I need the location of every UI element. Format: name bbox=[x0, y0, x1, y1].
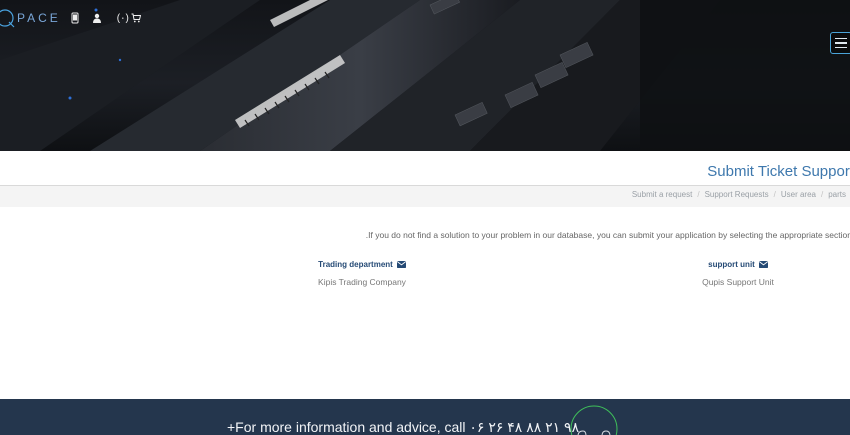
envelope-icon bbox=[758, 261, 768, 268]
user-icon[interactable] bbox=[89, 10, 105, 26]
headset-support-icon[interactable] bbox=[568, 403, 620, 435]
mobile-icon[interactable] bbox=[67, 10, 83, 26]
site-logo[interactable]: PACE bbox=[0, 7, 61, 29]
department-title[interactable]: Trading department bbox=[297, 260, 427, 269]
envelope-icon bbox=[396, 261, 406, 268]
department-company: Kipis Trading Company bbox=[318, 277, 406, 287]
breadcrumb-separator: / bbox=[697, 190, 700, 199]
top-navigation: PACE (٠) bbox=[0, 5, 141, 31]
cart-icon bbox=[131, 13, 141, 23]
department-card-support[interactable]: support unit Qupis Support Unit bbox=[673, 260, 803, 287]
cart-button[interactable]: (٠) bbox=[117, 13, 141, 24]
breadcrumb-bar: Submit a request / Support Requests / User a… bbox=[0, 186, 850, 207]
breadcrumb: Submit a request / Support Requests / User a… bbox=[632, 190, 846, 199]
department-name: Trading department bbox=[318, 260, 393, 269]
logo-q-icon bbox=[0, 9, 15, 28]
department-title[interactable]: support unit bbox=[673, 260, 803, 269]
footer-contact-text: +For more information and advice, call ٠… bbox=[227, 419, 580, 435]
hamburger-menu-icon[interactable] bbox=[830, 32, 850, 54]
logo-text: PACE bbox=[17, 11, 61, 25]
department-name: support unit bbox=[708, 260, 755, 269]
page-title: Submit Ticket Support bbox=[707, 163, 850, 180]
cart-count: (٠) bbox=[116, 12, 129, 24]
title-band: Submit Ticket Support bbox=[0, 151, 850, 186]
breadcrumb-separator: / bbox=[820, 190, 824, 199]
department-company: Qupis Support Unit bbox=[702, 277, 774, 287]
intro-text: .If you do not find a solution to your p… bbox=[365, 230, 850, 240]
breadcrumb-parts[interactable]: parts bbox=[828, 190, 846, 199]
breadcrumb-support-requests[interactable]: Support Requests bbox=[705, 190, 769, 199]
breadcrumb-user-area[interactable]: User area bbox=[781, 190, 816, 199]
breadcrumb-submit-request[interactable]: Submit a request bbox=[632, 190, 692, 199]
hero-header: PACE (٠) bbox=[0, 0, 850, 151]
department-card-trading[interactable]: Trading department Kipis Trading Company bbox=[297, 260, 427, 287]
breadcrumb-separator: / bbox=[773, 190, 776, 199]
footer: +For more information and advice, call ٠… bbox=[0, 399, 850, 435]
